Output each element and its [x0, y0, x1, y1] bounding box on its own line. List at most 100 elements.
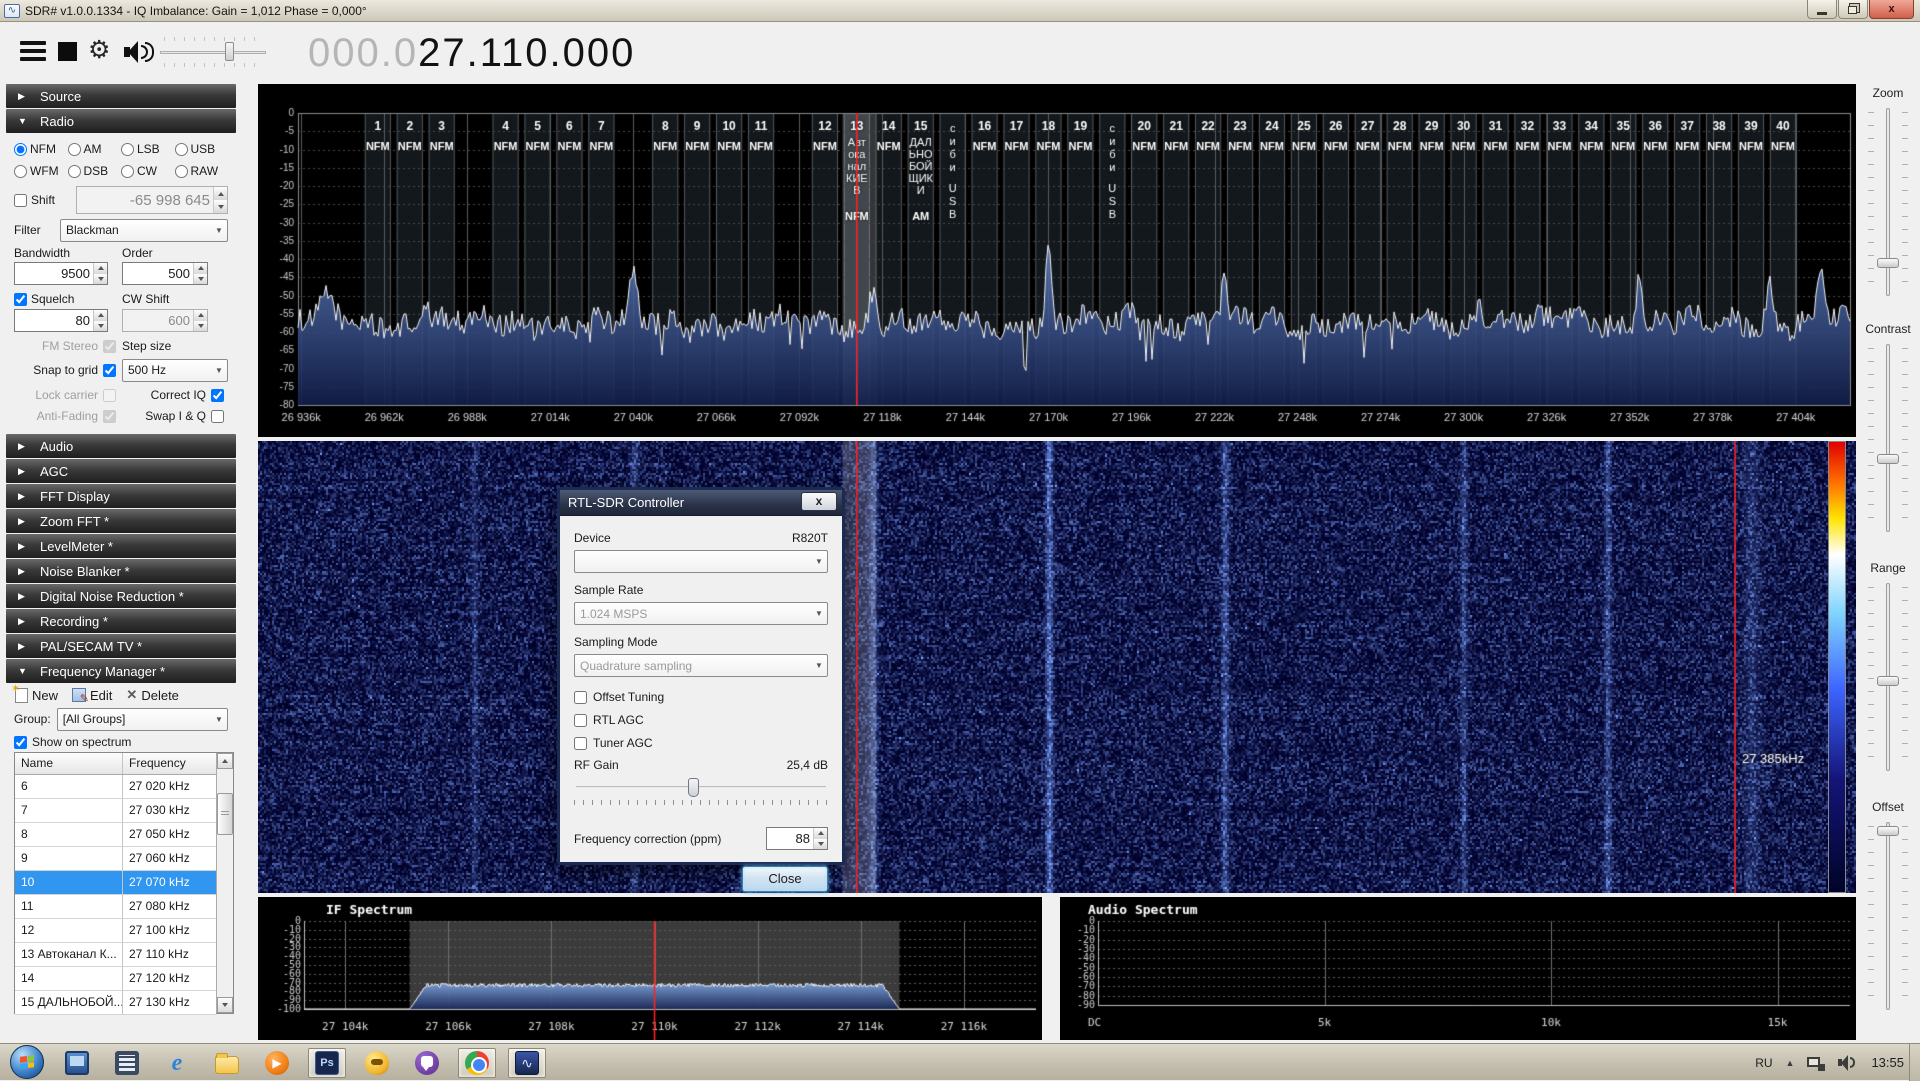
slider-thumb[interactable] — [1877, 676, 1899, 686]
panel-noise-blanker[interactable]: ▶Noise Blanker * — [6, 559, 236, 583]
offset-tuning-checkbox[interactable] — [574, 691, 587, 704]
rf-gain-track[interactable] — [576, 786, 826, 788]
table-row[interactable]: 1427 120 kHz — [15, 967, 216, 991]
mode-dsb-radio[interactable] — [68, 165, 81, 178]
mode-lsb-radio[interactable] — [121, 143, 134, 156]
table-row[interactable]: 15 ДАЛЬНОБОЙ...27 130 kHz — [15, 991, 216, 1015]
snap-to-grid-checkbox[interactable] — [103, 364, 116, 377]
sampling-mode-combo[interactable]: Quadrature sampling ▼ — [574, 654, 828, 677]
new-button[interactable]: New — [10, 685, 63, 705]
frequency-table-header[interactable]: Name Frequency — [15, 753, 216, 775]
table-row[interactable]: 927 060 kHz — [15, 847, 216, 871]
correct-iq-checkbox[interactable] — [211, 389, 224, 402]
bandwidth-spinner[interactable]: 9500 — [14, 262, 108, 285]
rtl-agc-row[interactable]: RTL AGC — [574, 712, 828, 728]
panel-fft-display[interactable]: ▶FFT Display — [6, 484, 236, 508]
mode-raw[interactable]: RAW — [175, 164, 229, 178]
squelch-value[interactable]: 80 — [15, 310, 93, 331]
slider-groove[interactable] — [1886, 108, 1890, 296]
menu-icon[interactable] — [20, 41, 46, 61]
panel-recording[interactable]: ▶Recording * — [6, 609, 236, 633]
panel-dnr[interactable]: ▶Digital Noise Reduction * — [6, 584, 236, 608]
rf-gain-thumb[interactable] — [688, 778, 699, 797]
shift-checkbox-row[interactable]: Shift — [14, 193, 76, 207]
dialog-close-button[interactable]: Close — [742, 866, 828, 892]
chevron-down-icon[interactable]: ▼ — [811, 609, 827, 618]
slider-thumb[interactable] — [1877, 258, 1899, 268]
internet-explorer-taskbar-button[interactable]: e — [158, 1048, 196, 1078]
frequency-table[interactable]: Name Frequency 627 020 kHz727 030 kHz827… — [14, 752, 234, 1014]
remote-desktop-taskbar-button[interactable] — [58, 1048, 96, 1078]
table-row[interactable]: 1227 100 kHz — [15, 919, 216, 943]
table-row[interactable]: 627 020 kHz — [15, 775, 216, 799]
slider-groove[interactable] — [1886, 822, 1890, 1010]
edit-button[interactable]: Edit — [67, 685, 117, 705]
table-row[interactable]: 1127 080 kHz — [15, 895, 216, 919]
table-row[interactable]: 1027 070 kHz — [15, 871, 216, 895]
panel-agc[interactable]: ▶AGC — [6, 459, 236, 483]
group-combo[interactable]: [All Groups] ▼ — [57, 708, 228, 731]
chevron-down-icon[interactable]: ▼ — [811, 557, 827, 566]
scroll-down-icon[interactable] — [217, 997, 233, 1013]
mode-raw-radio[interactable] — [175, 165, 188, 178]
table-row[interactable]: 727 030 kHz — [15, 799, 216, 823]
mode-cw-radio[interactable] — [121, 165, 134, 178]
tuner-agc-checkbox[interactable] — [574, 737, 587, 750]
volume-track[interactable] — [160, 51, 266, 54]
stop-icon[interactable] — [58, 42, 77, 61]
offset-slider[interactable]: Offset — [1856, 800, 1920, 1014]
mode-am[interactable]: AM — [68, 142, 122, 156]
column-frequency[interactable]: Frequency — [123, 753, 216, 774]
shift-value-spinner[interactable]: -65 998 645 — [76, 186, 228, 214]
squelch-checkbox[interactable] — [14, 293, 27, 306]
panel-pal-secam[interactable]: ▶PAL/SECAM TV * — [6, 634, 236, 658]
mode-dsb[interactable]: DSB — [68, 164, 122, 178]
cw-shift-spinner[interactable]: 600 — [122, 309, 208, 332]
bandwidth-value[interactable]: 9500 — [15, 263, 93, 284]
panel-levelmeter[interactable]: ▶LevelMeter * — [6, 534, 236, 558]
language-indicator[interactable]: RU — [1755, 1056, 1772, 1070]
mode-cw[interactable]: CW — [121, 164, 175, 178]
panel-frequency-manager[interactable]: ▼Frequency Manager * — [6, 659, 236, 683]
chevron-down-icon[interactable]: ▼ — [211, 366, 227, 375]
chevron-down-icon[interactable]: ▼ — [811, 661, 827, 670]
tray-speaker-icon[interactable] — [1838, 1054, 1858, 1071]
main-spectrum[interactable] — [258, 84, 1856, 437]
frequency-dim-digits[interactable]: 000.0 — [308, 31, 418, 75]
volume-slider[interactable] — [160, 37, 266, 67]
explorer-folder-taskbar-button[interactable] — [208, 1048, 246, 1078]
frequency-correction-spinner[interactable]: 88 — [766, 827, 828, 850]
dialog-title-bar[interactable]: RTL-SDR Controller x — [560, 490, 842, 516]
sample-rate-combo[interactable]: 1.024 MSPS ▼ — [574, 602, 828, 625]
calculator-taskbar-button[interactable] — [108, 1048, 146, 1078]
device-combo[interactable]: ▼ — [574, 550, 828, 573]
swap-iq-checkbox[interactable] — [211, 410, 224, 423]
audio-spectrum[interactable] — [1060, 897, 1856, 1040]
contrast-slider[interactable]: Contrast — [1856, 322, 1920, 536]
step-size-combo[interactable]: 500 Hz ▼ — [122, 359, 228, 382]
mode-nfm-radio[interactable] — [14, 143, 27, 156]
volume-thumb[interactable] — [225, 42, 234, 61]
waterfall[interactable] — [258, 441, 1856, 893]
slider-thumb[interactable] — [1877, 454, 1899, 464]
mode-am-radio[interactable] — [68, 143, 81, 156]
clock[interactable]: 13:55 — [1871, 1055, 1904, 1070]
squelch-spinner[interactable]: 80 — [14, 309, 108, 332]
mail-agent-taskbar-button[interactable] — [358, 1048, 396, 1078]
mode-lsb[interactable]: LSB — [121, 142, 175, 156]
shift-checkbox[interactable] — [14, 194, 27, 207]
restore-button[interactable] — [1838, 0, 1868, 19]
show-on-spectrum-checkbox[interactable] — [14, 736, 27, 749]
range-slider[interactable]: Range — [1856, 561, 1920, 775]
rtl-sdr-dialog[interactable]: RTL-SDR Controller x Device R820T ▼ Samp… — [557, 487, 845, 865]
title-bar[interactable]: ∿ SDR# v1.0.0.1334 - IQ Imbalance: Gain … — [0, 0, 1920, 22]
mode-wfm-radio[interactable] — [14, 165, 27, 178]
viber-taskbar-button[interactable] — [408, 1048, 446, 1078]
delete-button[interactable]: ✕Delete — [121, 685, 183, 705]
speaker-icon[interactable] — [124, 41, 154, 63]
slider-groove[interactable] — [1886, 344, 1890, 532]
shift-value[interactable]: -65 998 645 — [77, 187, 213, 213]
slider-thumb[interactable] — [1877, 826, 1899, 836]
filter-combo[interactable]: Blackman ▼ — [60, 219, 228, 242]
squelch-checkbox-row[interactable]: Squelch — [14, 292, 122, 306]
